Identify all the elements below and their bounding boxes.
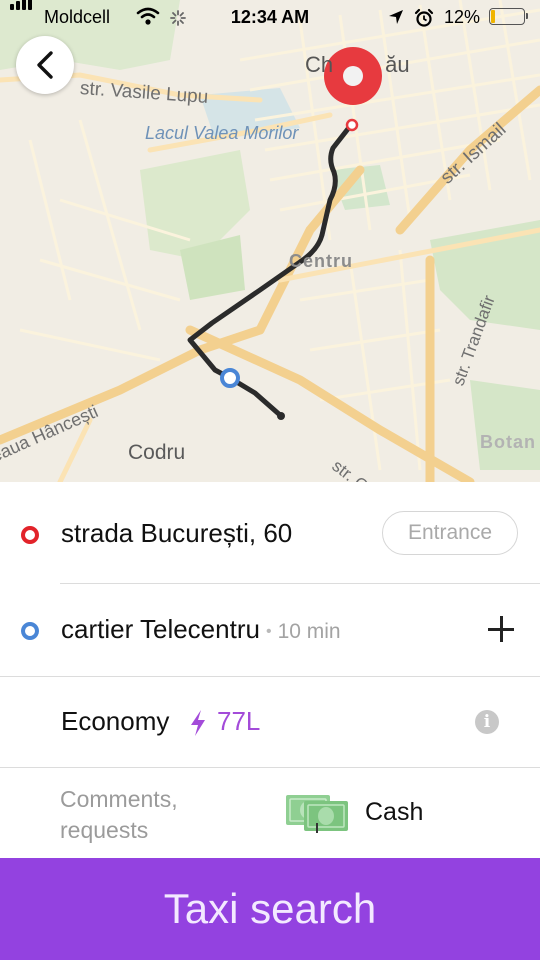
lightning-bolt-icon [191,710,205,736]
tariff-price: 77L [217,706,261,736]
map[interactable]: Ch ău str. Vasile Lupu Lacul Valea Morilo… [0,0,540,482]
destination-address: cartier Telecentru [61,614,260,644]
add-stop-button[interactable] [485,613,517,645]
divider [0,676,540,677]
destination-line[interactable]: cartier Telecentru • 10 min [61,614,341,645]
destination-row[interactable]: cartier Telecentru • 10 min [0,584,540,677]
comments-requests-button[interactable]: Comments, requests [60,784,260,846]
back-button[interactable] [16,36,74,94]
battery-icon [489,8,528,25]
status-bar: Moldcell 12:34 AM 12% [0,0,540,34]
chevron-left-icon [37,51,53,79]
eta-separator: • [265,623,272,640]
battery-percentage: 12% [444,7,481,27]
order-sheet: strada București, 60 Entrance cartier Te… [0,482,540,960]
pickup-address[interactable]: strada București, 60 [61,518,292,549]
taxi-search-button[interactable]: Taxi search [0,858,540,960]
entrance-button[interactable]: Entrance [382,511,518,555]
map-label-city: Ch ău [305,52,410,77]
alarm-clock-icon [414,8,434,27]
cash-icon[interactable] [286,793,348,833]
payment-method-label[interactable]: Cash [365,798,423,827]
divider [0,767,540,768]
map-label-lake: Lacul Valea Morilor [145,123,299,143]
pickup-dot-icon [21,526,39,544]
tariff-name[interactable]: Economy [61,706,169,737]
info-icon[interactable]: i [475,710,499,734]
battery-level [491,10,495,23]
map-label-district-centru: Centru [289,251,353,271]
destination-dot-icon [21,622,39,640]
map-label-district-codru: Codru [128,441,186,464]
pickup-point [345,118,359,132]
map-label-district-botanica: Botan [480,432,536,452]
eta-text: 10 min [277,620,341,643]
location-arrow-icon [389,10,403,24]
destination-pin-icon[interactable] [220,368,240,388]
pickup-row[interactable]: strada București, 60 Entrance [0,482,540,584]
